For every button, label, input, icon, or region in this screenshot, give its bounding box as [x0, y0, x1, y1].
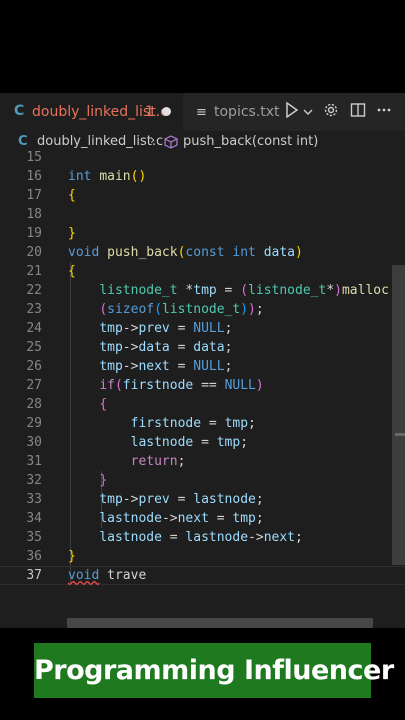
tab-bar: C doubly_linked_list.c 1 ≡ topics.txt — [0, 93, 405, 131]
code-line: 23 (sizeof(listnode_t)); — [26, 302, 264, 317]
chevron-down-icon[interactable] — [303, 104, 313, 122]
tab-doubly-linked-list[interactable]: C doubly_linked_list.c 1 — [0, 93, 183, 131]
line-number: 30 — [26, 435, 42, 450]
breadcrumb-separator: › — [150, 133, 156, 148]
code-line: 21 { — [26, 264, 76, 279]
line-number: 35 — [26, 530, 42, 545]
line-number: 28 — [26, 397, 42, 412]
code-line: 19 } — [26, 226, 76, 241]
line-number: 17 — [26, 188, 42, 203]
line-number: 33 — [26, 492, 42, 507]
line-number: 18 — [26, 207, 42, 222]
line-number: 29 — [26, 416, 42, 431]
code-line: 25 tmp->data = data; — [26, 340, 233, 355]
c-language-icon: C — [18, 134, 28, 149]
code-line: 26 tmp->next = NULL; — [26, 359, 233, 374]
current-code-line[interactable]: 37 void trave — [0, 566, 405, 585]
line-number: 15 — [26, 150, 42, 165]
horizontal-scrollbar[interactable] — [67, 618, 373, 628]
code-line: 16 int main() — [26, 169, 147, 184]
line-number: 27 — [26, 378, 42, 393]
breadcrumb-file[interactable]: doubly_linked_list.c — [37, 134, 163, 149]
line-number: 23 — [26, 302, 42, 317]
line-number: 34 — [26, 511, 42, 526]
code-editor[interactable]: C doubly_linked_list.c 1 ≡ topics.txt C … — [0, 93, 405, 628]
code-line: 36 } — [26, 549, 76, 564]
code-line: 20 void push_back(const int data) — [26, 245, 303, 260]
code-line: 17 { — [26, 188, 76, 203]
line-number: 37 — [26, 568, 42, 583]
vertical-scrollbar[interactable] — [392, 265, 405, 565]
line-number: 31 — [26, 454, 42, 469]
tab-label: topics.txt — [214, 104, 280, 120]
line-number: 26 — [26, 359, 42, 374]
line-number: 16 — [26, 169, 42, 184]
code-line: 29 firstnode = tmp; — [26, 416, 256, 431]
banner: Programming Influencer — [34, 643, 394, 698]
line-number: 32 — [26, 473, 42, 488]
code-line: 35 lastnode = lastnode->next; — [26, 530, 303, 545]
code-line: 30 lastnode = tmp; — [26, 435, 249, 450]
breadcrumb-symbol[interactable]: push_back(const int) — [183, 134, 318, 149]
line-number: 36 — [26, 549, 42, 564]
text-file-icon: ≡ — [196, 105, 207, 120]
scrollbar-marker — [395, 433, 405, 436]
unsaved-dot-icon[interactable] — [162, 107, 171, 116]
c-language-icon: C — [14, 103, 25, 119]
problem-count: 1 — [145, 104, 154, 120]
line-number: 22 — [26, 283, 42, 298]
code-line: 32 } — [26, 473, 108, 488]
code-line: 33 tmp->prev = lastnode; — [26, 492, 264, 507]
run-icon[interactable] — [285, 101, 299, 122]
code-line: 34 lastnode->next = tmp; — [26, 511, 264, 526]
code-line: 24 tmp->prev = NULL; — [26, 321, 233, 336]
code-line: 15 — [0, 148, 405, 167]
line-number: 20 — [26, 245, 42, 260]
current-line-highlight — [0, 566, 405, 585]
code-line: 31 return; — [26, 454, 186, 469]
code-line: 22 listnode_t *tmp = (listnode_t*)malloc — [26, 283, 389, 298]
code-area[interactable]: 15 16 int main() 17 { 18 19 } 20 void pu… — [0, 148, 405, 585]
line-number: 25 — [26, 340, 42, 355]
code-line: 28 { — [26, 397, 108, 412]
line-number: 19 — [26, 226, 42, 241]
split-editor-icon[interactable] — [350, 102, 366, 122]
banner-text: Programming Influencer — [34, 655, 394, 686]
gear-icon[interactable] — [323, 102, 339, 122]
code-line: 27 if(firstnode == NULL) — [26, 378, 264, 393]
line-number: 21 — [26, 264, 42, 279]
code-line: 18 — [0, 205, 405, 224]
more-icon[interactable] — [376, 102, 392, 122]
line-number: 24 — [26, 321, 42, 336]
